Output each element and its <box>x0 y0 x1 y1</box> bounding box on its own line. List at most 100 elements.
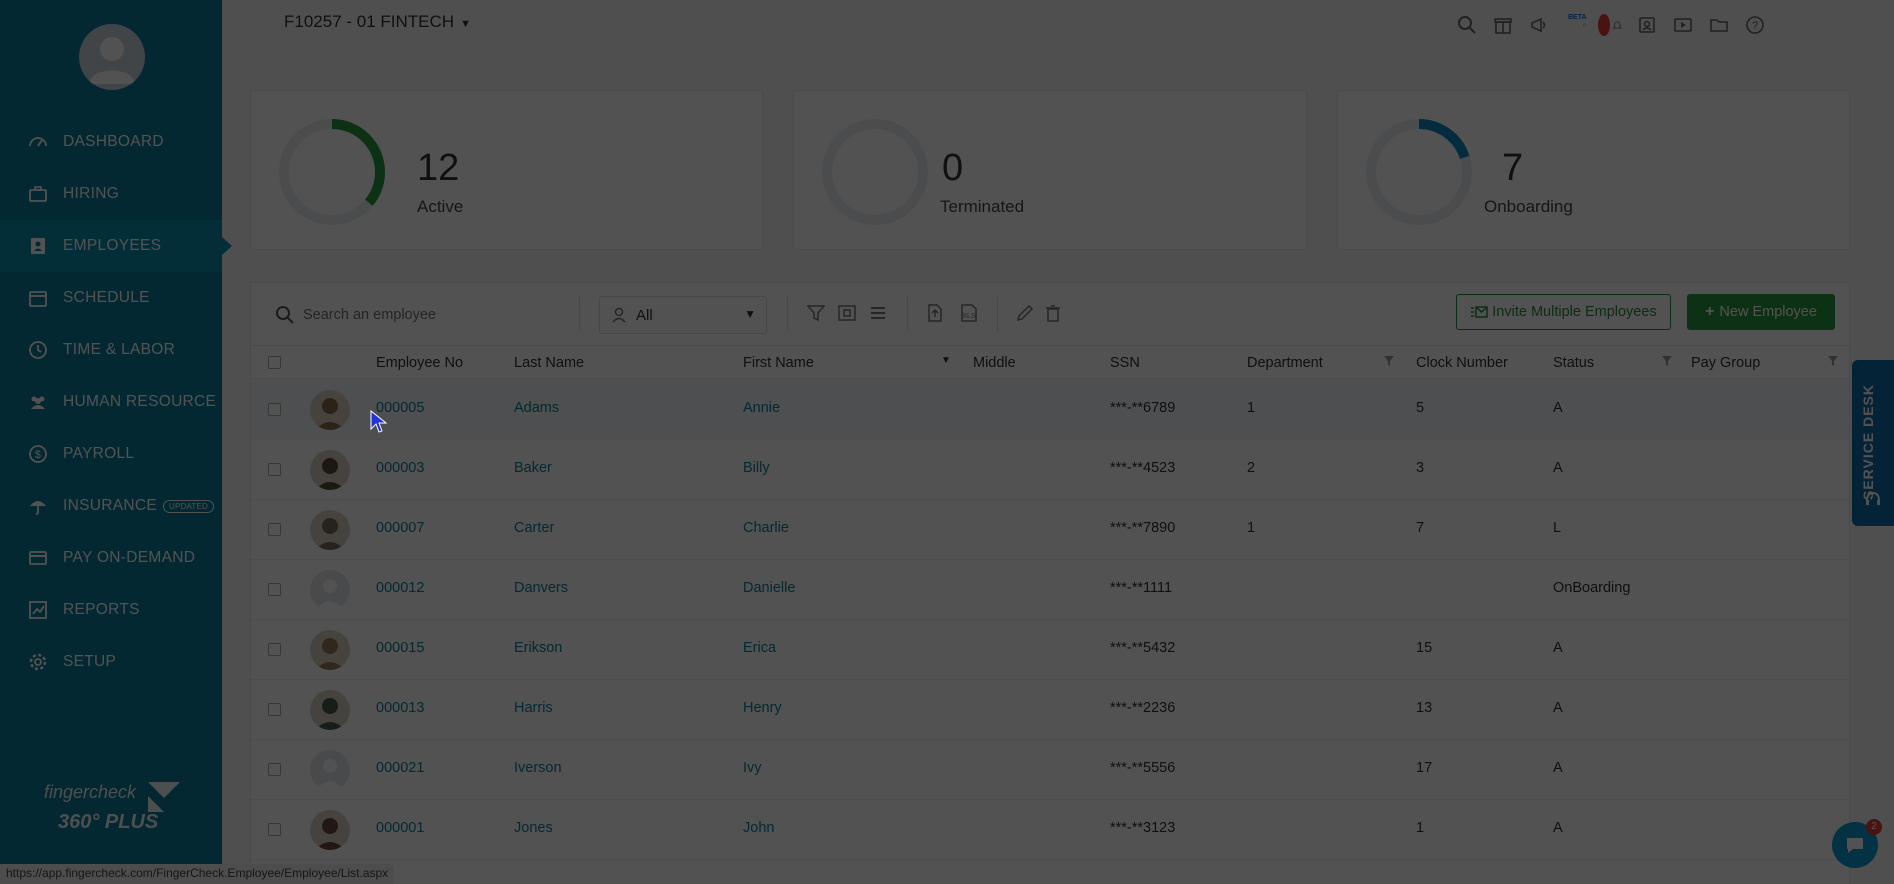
status-filter-value: All <box>636 306 653 324</box>
contact-card-icon[interactable] <box>1636 14 1658 36</box>
last-name-link[interactable]: Carter <box>514 520 554 536</box>
excel-icon[interactable]: XLS <box>957 301 981 325</box>
col-first-name[interactable]: First Name <box>743 355 814 371</box>
user-avatar[interactable] <box>79 24 145 90</box>
table-row[interactable]: 000021 Iverson Ivy ***-**5556 17 A <box>251 740 1849 800</box>
stat-card-onboarding[interactable]: 7 Onboarding <box>1337 90 1850 250</box>
stat-card-terminated[interactable]: 0 Terminated <box>793 90 1307 250</box>
donut-terminated <box>822 119 928 225</box>
sidebar-item-payroll[interactable]: $ PAYROLL <box>0 428 222 480</box>
columns-icon[interactable] <box>835 301 859 325</box>
clock-number-value: 13 <box>1416 700 1433 716</box>
table-row[interactable]: 000007 Carter Charlie ***-**7890 1 7 L <box>251 500 1849 560</box>
stat-card-active[interactable]: 12 Active <box>250 90 763 250</box>
table-row[interactable]: 000003 Baker Billy ***-**4523 2 3 A <box>251 440 1849 500</box>
col-filter-icon[interactable] <box>1383 355 1395 371</box>
row-checkbox[interactable] <box>268 583 281 596</box>
delete-icon[interactable] <box>1041 301 1065 325</box>
first-name-link[interactable]: Billy <box>743 460 770 476</box>
col-middle[interactable]: Middle <box>973 355 1016 371</box>
employee-no-link[interactable]: 000007 <box>376 520 424 536</box>
sidebar-item-pay-on-demand[interactable]: PAY ON-DEMAND <box>0 532 222 584</box>
employee-no-link[interactable]: 000013 <box>376 700 424 716</box>
col-status[interactable]: Status <box>1553 355 1594 371</box>
employee-no-link[interactable]: 000001 <box>376 820 424 836</box>
bell-icon[interactable] <box>1598 14 1622 36</box>
sidebar-item-reports[interactable]: REPORTS <box>0 584 222 636</box>
feedback-icon[interactable]: BETA <box>1564 14 1587 36</box>
last-name-link[interactable]: Iverson <box>514 760 562 776</box>
row-checkbox[interactable] <box>268 703 281 716</box>
filter-icon[interactable] <box>804 301 828 325</box>
plus-icon: + <box>1705 303 1715 320</box>
invite-multiple-employees-button[interactable]: Invite Multiple Employees <box>1456 294 1671 330</box>
gift-icon[interactable] <box>1492 14 1514 36</box>
table-row[interactable]: 000001 Jones John ***-**3123 1 A <box>251 800 1849 860</box>
row-checkbox[interactable] <box>268 403 281 416</box>
row-checkbox[interactable] <box>268 643 281 656</box>
sort-desc-icon[interactable]: ▼ <box>941 355 951 366</box>
sidebar-item-employees[interactable]: EMPLOYEES <box>0 220 232 272</box>
video-icon[interactable] <box>1672 14 1694 36</box>
status-value: A <box>1553 820 1563 836</box>
table-row[interactable]: 000005 Adams Annie ***-**6789 1 5 A <box>251 380 1849 440</box>
edit-icon[interactable] <box>1013 301 1037 325</box>
row-checkbox[interactable] <box>268 763 281 776</box>
chat-launcher[interactable]: 2 <box>1832 819 1882 868</box>
sidebar-item-schedule[interactable]: SCHEDULE <box>0 272 222 324</box>
employee-no-link[interactable]: 000015 <box>376 640 424 656</box>
first-name-link[interactable]: Erica <box>743 640 776 656</box>
select-all-checkbox[interactable] <box>268 356 281 369</box>
last-name-link[interactable]: Erikson <box>514 640 562 656</box>
sidebar-item-setup[interactable]: SETUP <box>0 636 222 688</box>
row-checkbox[interactable] <box>268 523 281 536</box>
col-department[interactable]: Department <box>1247 355 1323 371</box>
col-filter-icon[interactable] <box>1827 355 1839 371</box>
megaphone-icon[interactable] <box>1528 14 1550 36</box>
employee-photo <box>310 390 350 430</box>
employee-no-link[interactable]: 000012 <box>376 580 424 596</box>
status-filter-select[interactable]: All ▼ <box>599 296 767 334</box>
first-name-link[interactable]: John <box>743 820 774 836</box>
sidebar-item-dashboard[interactable]: DASHBOARD <box>0 116 222 168</box>
employee-no-link[interactable]: 000021 <box>376 760 424 776</box>
last-name-link[interactable]: Danvers <box>514 580 568 596</box>
row-checkbox[interactable] <box>268 463 281 476</box>
menu-icon[interactable] <box>866 301 890 325</box>
last-name-link[interactable]: Baker <box>514 460 552 476</box>
col-clock-number[interactable]: Clock Number <box>1416 355 1508 371</box>
search-icon[interactable] <box>1456 14 1478 36</box>
first-name-link[interactable]: Henry <box>743 700 782 716</box>
col-last-name[interactable]: Last Name <box>514 355 584 371</box>
search-box[interactable] <box>267 297 557 333</box>
company-selector[interactable]: F10257 - 01 FINTECH ▼ <box>284 12 471 32</box>
first-name-link[interactable]: Ivy <box>743 760 762 776</box>
help-icon[interactable]: ? <box>1744 14 1766 36</box>
first-name-link[interactable]: Charlie <box>743 520 789 536</box>
table-row[interactable]: 000015 Erikson Erica ***-**5432 15 A <box>251 620 1849 680</box>
employee-no-link[interactable]: 000003 <box>376 460 424 476</box>
last-name-link[interactable]: Jones <box>514 820 553 836</box>
sidebar-item-insurance[interactable]: INSURANCE UPDATED <box>0 480 222 532</box>
sidebar-item-label: HUMAN RESOURCE <box>63 393 217 410</box>
col-ssn[interactable]: SSN <box>1110 355 1140 371</box>
folder-icon[interactable] <box>1708 14 1730 36</box>
row-checkbox[interactable] <box>268 823 281 836</box>
table-row[interactable]: 000012 Danvers Danielle ***-**1111 OnBoardin… <box>251 560 1849 620</box>
search-input[interactable] <box>303 307 553 323</box>
col-employee-no[interactable]: Employee No <box>376 355 463 371</box>
sidebar-item-time-labor[interactable]: TIME & LABOR <box>0 324 222 376</box>
last-name-link[interactable]: Adams <box>514 400 559 416</box>
employee-photo <box>310 510 350 550</box>
table-row[interactable]: 000013 Harris Henry ***-**2236 13 A <box>251 680 1849 740</box>
last-name-link[interactable]: Harris <box>514 700 553 716</box>
first-name-link[interactable]: Annie <box>743 400 780 416</box>
sidebar-item-human-resource[interactable]: HUMAN RESOURCE <box>0 376 222 428</box>
first-name-link[interactable]: Danielle <box>743 580 795 596</box>
col-pay-group[interactable]: Pay Group <box>1691 355 1760 371</box>
service-desk-tab[interactable]: SERVICE DESK <box>1852 360 1894 526</box>
new-employee-button[interactable]: + New Employee <box>1687 294 1835 330</box>
col-filter-icon[interactable] <box>1661 355 1673 371</box>
sidebar-item-hiring[interactable]: HIRING <box>0 168 222 220</box>
export-icon[interactable] <box>923 301 947 325</box>
